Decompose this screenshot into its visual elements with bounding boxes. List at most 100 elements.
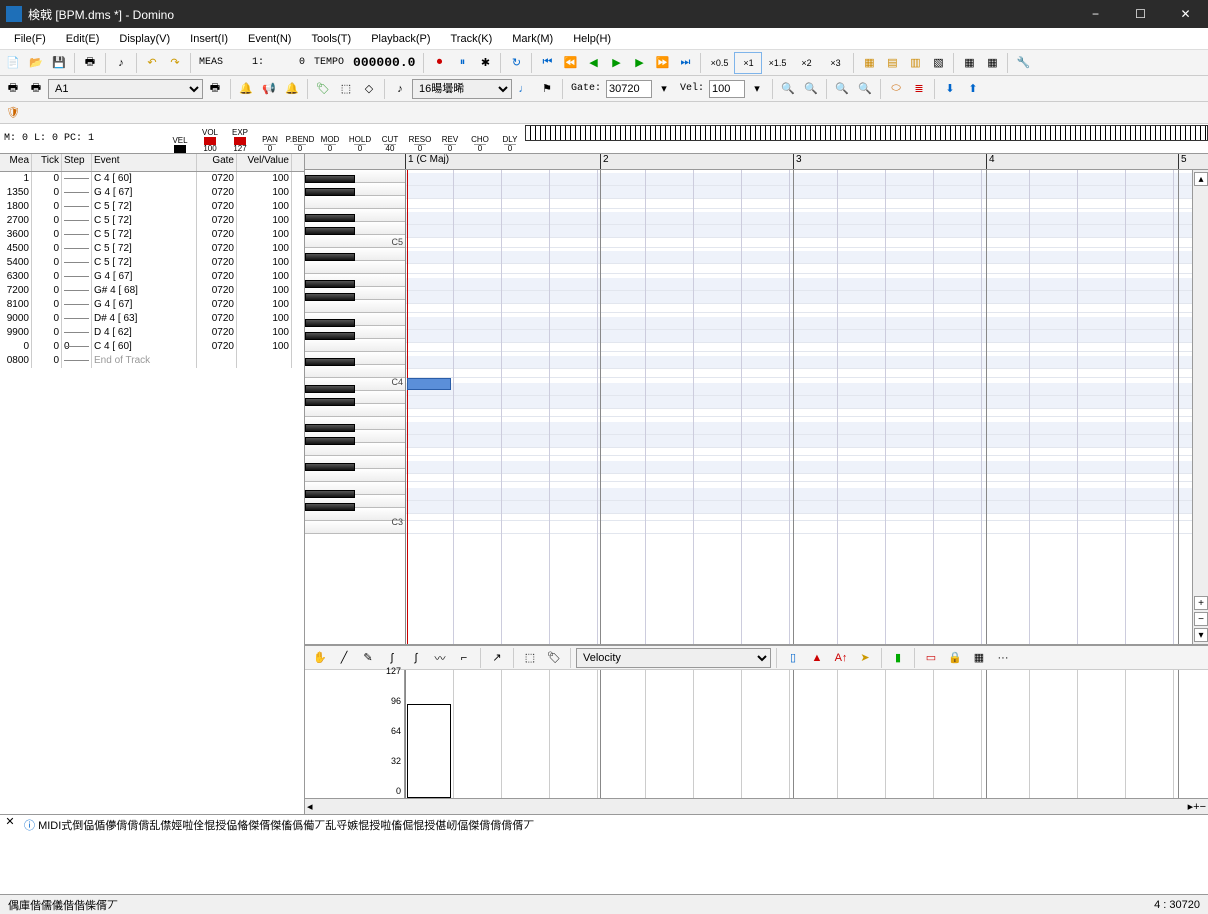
view2-button[interactable]: ▤ [881,52,903,74]
vel-led[interactable]: ▮ [887,647,909,669]
zoomin-button[interactable]: 🔍 [777,78,799,100]
zoom-×1[interactable]: ×1 [734,52,762,74]
minimize-button[interactable]: − [1073,0,1118,28]
menu-event[interactable]: Event(N) [238,31,301,47]
zoomout-button[interactable]: 🔍 [800,78,822,100]
view1-button[interactable]: ▦ [858,52,880,74]
vel-spin[interactable]: ▾ [746,78,768,100]
evcol-vel/value[interactable]: Vel/Value [237,154,292,171]
vel-input[interactable] [709,80,745,98]
pause-button[interactable]: ⏸ [451,52,473,74]
vel-tool-hand[interactable]: ✋ [309,647,331,669]
timeline-mark[interactable]: 5 [1178,154,1187,169]
message-close-button[interactable]: ✕ [0,815,20,894]
timeline-mark[interactable]: 4 [986,154,995,169]
menu-edit[interactable]: Edit(E) [56,31,110,47]
timeline-ruler[interactable]: 1 (C Maj) 2 3 4 5 [305,154,1208,170]
vel-tool-curve2[interactable]: ∫ [405,647,427,669]
close-button[interactable]: ✕ [1163,0,1208,28]
menu-tools[interactable]: Tools(T) [301,31,361,47]
new-file-button[interactable]: 📄 [2,52,24,74]
timeline-mark[interactable]: 3 [793,154,802,169]
event-row[interactable]: 08000End of Track [0,354,304,368]
event-row[interactable]: 81000G 4 [ 67]0720100 [0,298,304,312]
event-row[interactable]: 63000G 4 [ 67]0720100 [0,270,304,284]
redo-button[interactable]: ↷ [164,52,186,74]
menu-playback[interactable]: Playback(P) [361,31,440,47]
shield-icon[interactable]: 🛡 [2,102,24,124]
menu-display[interactable]: Display(V) [109,31,180,47]
evcol-step[interactable]: Step [62,154,92,171]
vscroll-zoom-in[interactable]: + [1194,596,1208,610]
step-fwd-button[interactable]: ▶ [628,52,650,74]
zoomh-button[interactable]: 🔍 [831,78,853,100]
scroll-up-button[interactable]: ▴ [1194,172,1208,186]
grid2-button[interactable]: ▦ [981,52,1003,74]
timeline-mark[interactable]: 1 (C Maj) [405,154,449,169]
track-icon-2[interactable]: 🖶 [25,78,47,100]
menu-insert[interactable]: Insert(I) [180,31,238,47]
menu-file[interactable]: File(F) [4,31,56,47]
vscroll-zoom-out[interactable]: − [1194,612,1208,626]
vel-chart4[interactable]: ➤ [854,647,876,669]
vel-tool-wave[interactable]: 〰 [429,647,451,669]
loop-button[interactable]: ↻ [505,52,527,74]
diamond-button[interactable]: ◇ [358,78,380,100]
vel-chart1[interactable]: ▯ [782,647,804,669]
evcol-mea[interactable]: Mea [0,154,32,171]
event-row[interactable]: 13500G 4 [ 67]0720100 [0,186,304,200]
import-button[interactable]: ⬇ [939,78,961,100]
vel-tool-line[interactable]: ╱ [333,647,355,669]
pianoroll-vscroll[interactable]: ▴ + − ▾ [1192,170,1208,644]
velocity-bar[interactable] [407,704,451,798]
panic-button[interactable]: ✱ [474,52,496,74]
record-button[interactable]: ⏺ [428,52,450,74]
event-list-body[interactable]: 10C 4 [ 60]072010013500G 4 [ 67]07201001… [0,172,304,814]
velocity-hscroll[interactable]: ◂ ▸ + − [305,798,1208,814]
menu-help[interactable]: Help(H) [563,31,621,47]
timeline-mark[interactable]: 2 [600,154,609,169]
save-file-button[interactable]: 💾 [48,52,70,74]
vel-chart3[interactable]: A↑ [830,647,852,669]
velocity-grid[interactable] [405,670,1208,798]
event-row[interactable]: 54000C 5 [ 72]0720100 [0,256,304,270]
velocity-param-select[interactable]: Velocity [576,648,771,668]
rewind-button[interactable]: ⏪ [559,52,581,74]
rewind-start-button[interactable]: ⏮ [536,52,558,74]
zoom-×2[interactable]: ×2 [792,52,820,74]
settings-button[interactable]: 🔧 [1012,52,1034,74]
zoomv-button[interactable]: 🔍 [854,78,876,100]
step-back-button[interactable]: ◀ [582,52,604,74]
event-row[interactable]: 90000D# 4 [ 63]0720100 [0,312,304,326]
fastfwd-button[interactable]: ⏩ [651,52,673,74]
hscroll-left[interactable]: ◂ [307,800,313,813]
event-row[interactable]: 36000C 5 [ 72]0720100 [0,228,304,242]
event-row[interactable]: 72000G# 4 [ 68]0720100 [0,284,304,298]
export-button[interactable]: ⬆ [962,78,984,100]
zoom-×0.5[interactable]: ×0.5 [705,52,733,74]
evcol-tick[interactable]: Tick [32,154,62,171]
event-row[interactable]: 18000C 5 [ 72]0720100 [0,200,304,214]
tuning-button[interactable]: ♩ [513,78,535,100]
hscroll-zoom-out[interactable]: − [1200,801,1206,813]
horn-button[interactable]: 📢 [258,78,280,100]
note-button[interactable]: ♪ [110,52,132,74]
play-button[interactable]: ▶ [605,52,627,74]
event-row[interactable]: 000C 4 [ 60]0720100 [0,340,304,354]
bell2-button[interactable]: 🔔 [281,78,303,100]
grid1-button[interactable]: ▦ [958,52,980,74]
vel-tool-pen[interactable]: ✎ [357,647,379,669]
vel-tool-step[interactable]: ⌐ [453,647,475,669]
vel-tool-arrow[interactable]: ↗ [486,647,508,669]
vel-grid[interactable]: ▦ [968,647,990,669]
midi-note[interactable] [407,378,451,390]
select-rect-button[interactable]: ⬚ [335,78,357,100]
tag-button[interactable]: 🏷 [312,78,334,100]
track-icon-1[interactable]: 🖶 [2,78,24,100]
bell-button[interactable]: 🔔 [235,78,257,100]
gate-input[interactable] [606,80,652,98]
piano-keyboard[interactable]: C5C4C3 [305,170,405,644]
vel-misc[interactable]: ··· [992,647,1014,669]
scroll-down-button[interactable]: ▾ [1194,628,1208,642]
undo-button[interactable]: ↶ [141,52,163,74]
